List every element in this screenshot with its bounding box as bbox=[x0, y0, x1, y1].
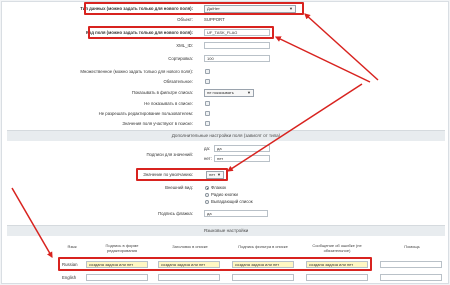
flag-label-row: Подпись флажка: да bbox=[2, 209, 448, 219]
no-edit-row: Не разрешать редактирование пользователе… bbox=[2, 109, 448, 119]
labels-row: Подписи для значений: да: да нет: нет bbox=[2, 144, 448, 166]
header-filter-label: Подпись фильтра в списке bbox=[238, 244, 288, 249]
required-checkbox[interactable] bbox=[205, 79, 210, 84]
flag-label-input[interactable]: да bbox=[204, 210, 268, 217]
radio-buttons-option[interactable] bbox=[205, 193, 209, 197]
no-edit-checkbox[interactable] bbox=[205, 111, 210, 116]
filter-row: Показывать в фильтре списка: не показыва… bbox=[2, 88, 448, 98]
multiple-row: Множественное (можно задать только для н… bbox=[2, 67, 448, 77]
required-label: Обязательное: bbox=[163, 79, 193, 84]
multiple-checkbox[interactable] bbox=[205, 69, 210, 74]
russian-row-highlight bbox=[58, 257, 372, 271]
object-label: Объект: bbox=[177, 17, 193, 22]
hide-list-row: Не показывать в списке: bbox=[2, 99, 448, 109]
view-option-3: Выпадающий список bbox=[211, 199, 253, 204]
english-filter-label-input[interactable] bbox=[232, 274, 294, 281]
english-error-message-input[interactable] bbox=[306, 274, 368, 281]
english-edit-form-input[interactable] bbox=[86, 274, 148, 281]
sort-input[interactable]: 100 bbox=[204, 55, 270, 62]
object-row: Объект: SUPPORT bbox=[2, 15, 448, 25]
header-error-message: Сообщение об ошибке (не обязательное) bbox=[312, 243, 362, 253]
yes-label-input[interactable]: да bbox=[214, 145, 270, 152]
search-checkbox[interactable] bbox=[205, 121, 210, 126]
xml-input[interactable] bbox=[204, 42, 270, 49]
search-row: Значения поля участвуют в поиске: bbox=[2, 119, 448, 129]
required-row: Обязательное: bbox=[2, 77, 448, 87]
yes-prefix: да: bbox=[204, 146, 211, 151]
default-row-highlight bbox=[136, 168, 228, 181]
flag-label-label: Подпись флажка: bbox=[158, 211, 193, 216]
sort-label: Сортировка: bbox=[168, 56, 193, 61]
filter-select[interactable]: не показывать ▼ bbox=[204, 89, 254, 97]
radio-dropdown-option[interactable] bbox=[205, 200, 209, 204]
header-help: Помощь bbox=[404, 244, 420, 249]
xml-label: XML_ID: bbox=[176, 43, 193, 48]
hide-list-checkbox[interactable] bbox=[205, 101, 210, 106]
xml-row: XML_ID: bbox=[2, 41, 448, 51]
no-label-input[interactable]: нет bbox=[214, 155, 270, 162]
code-row-highlight bbox=[88, 26, 274, 39]
header-list-title: Заголовок в списке bbox=[172, 244, 208, 249]
section-extra-settings: Дополнительные настройки поля (зависят о… bbox=[7, 130, 445, 141]
filter-select-value: не показывать bbox=[207, 90, 234, 95]
view-row: Внешний вид: Флажок Радио кнопки Выпадаю… bbox=[2, 183, 448, 207]
header-language: Язык bbox=[67, 244, 77, 249]
russian-help-input[interactable] bbox=[380, 261, 442, 268]
sort-row: Сортировка: 100 bbox=[2, 54, 448, 64]
labels-label: Подписи для значений: bbox=[146, 152, 193, 157]
row-lang-english: English bbox=[62, 275, 77, 280]
chevron-down-icon: ▼ bbox=[247, 90, 251, 95]
search-label: Значения поля участвуют в поиске: bbox=[122, 121, 193, 126]
multiple-label: Множественное (можно задать только для н… bbox=[80, 69, 193, 74]
filter-label: Показывать в фильтре списка: bbox=[131, 90, 193, 95]
radio-flag[interactable] bbox=[205, 186, 209, 190]
english-list-title-input[interactable] bbox=[158, 274, 220, 281]
no-prefix: нет: bbox=[204, 156, 212, 161]
section-language: Языковые настройки bbox=[7, 225, 445, 236]
object-value: SUPPORT bbox=[204, 17, 225, 22]
type-row-highlight bbox=[84, 2, 304, 15]
header-edit-form: Подпись в форме редактирования bbox=[105, 243, 139, 253]
no-edit-label: Не разрешать редактирование пользователе… bbox=[98, 111, 193, 116]
field-settings-panel: Тип данных (можно задать только для ново… bbox=[1, 1, 449, 284]
english-help-input[interactable] bbox=[380, 274, 442, 281]
view-label: Внешний вид: bbox=[165, 185, 193, 190]
hide-list-label: Не показывать в списке: bbox=[144, 101, 193, 106]
